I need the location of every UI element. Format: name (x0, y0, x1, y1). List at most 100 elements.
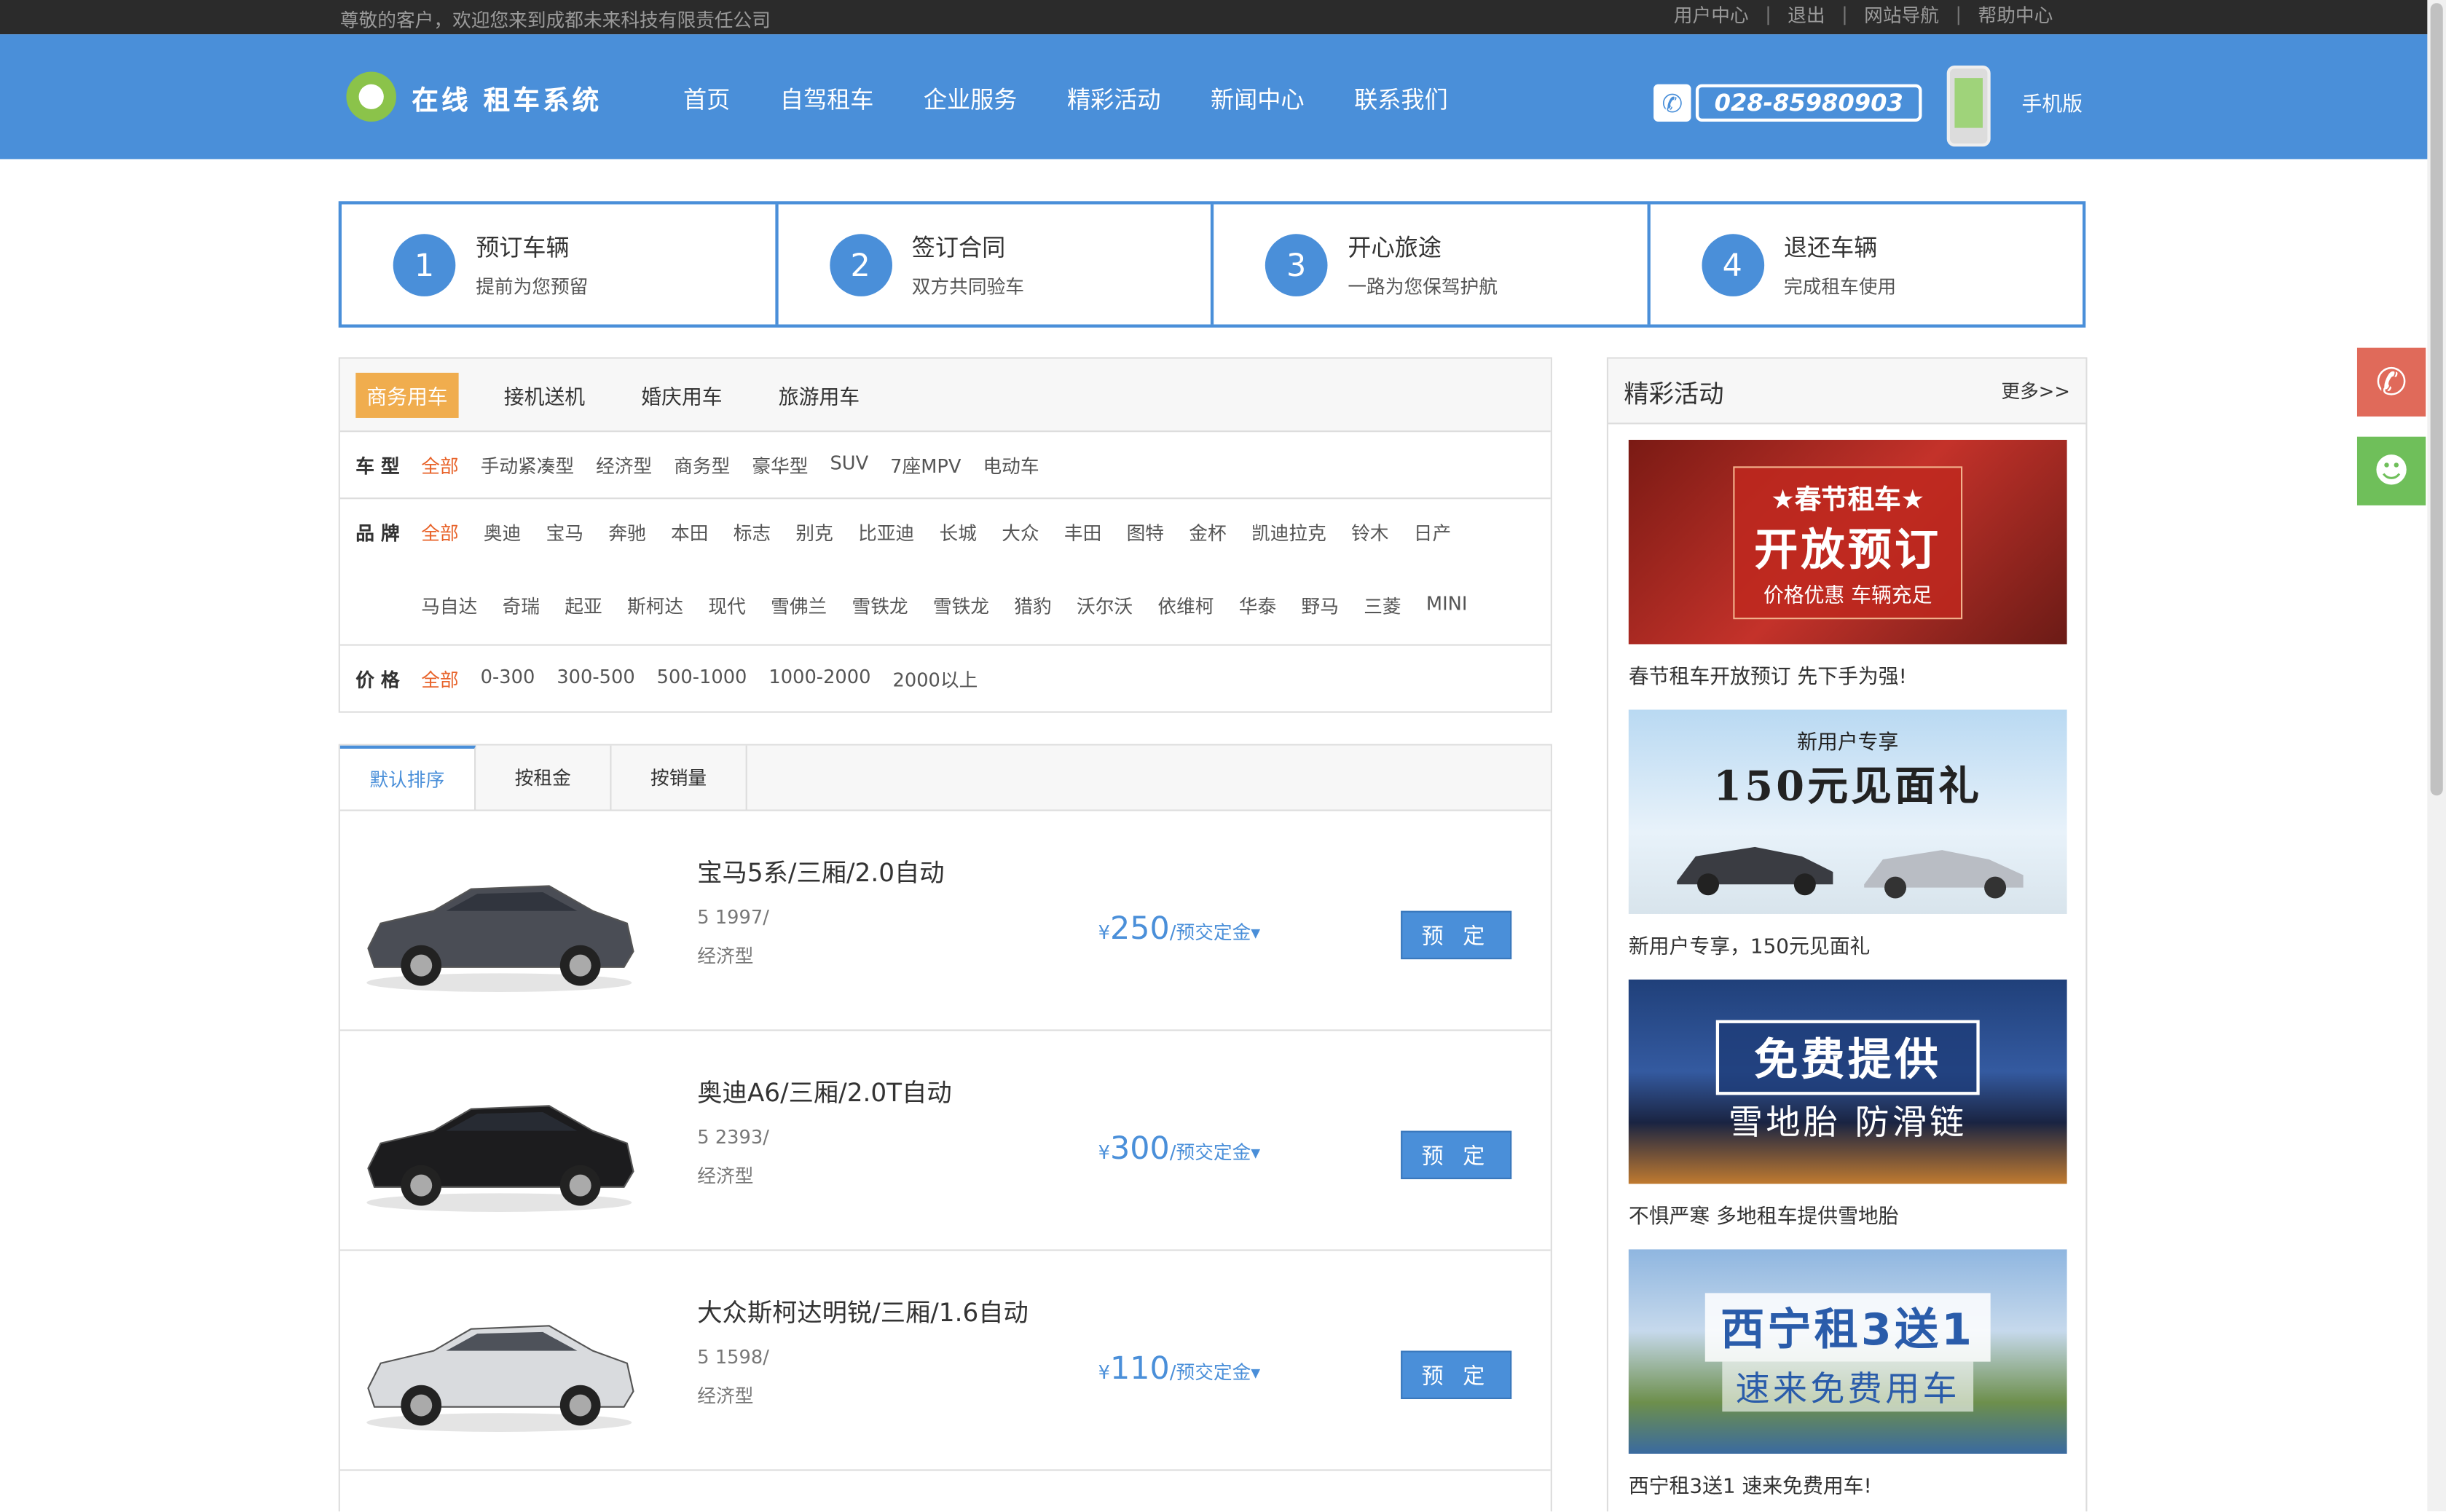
filter-type-option[interactable]: SUV (830, 452, 868, 478)
filter-brand-option[interactable]: 宝马 (546, 519, 583, 572)
nav-self-drive[interactable]: 自驾租车 (780, 83, 874, 116)
filter-brand-option[interactable]: 图特 (1127, 519, 1164, 572)
link-site-nav[interactable]: 网站导航 (1844, 6, 1957, 25)
price-unit-dropdown[interactable]: /预交定金▾ (1170, 922, 1260, 944)
promo-caption[interactable]: 春节租车开放预订 先下手为强! (1629, 660, 2067, 689)
filter-brand-options: 全部 奥迪 宝马 奔驰 本田 标志 别克 比亚迪 长城 大众 丰田 图特 金杯 凯迪拉克 铃木 日产马自达 奇瑞… (421, 519, 1513, 644)
filter-price-option[interactable]: 全部 (421, 665, 458, 691)
filter-price-option[interactable]: 2000以上 (892, 665, 978, 691)
filter-brand-option[interactable]: 别克 (795, 519, 833, 572)
price-unit-dropdown[interactable]: /预交定金▾ (1170, 1362, 1260, 1384)
promo-item[interactable]: ★春节租车★ 开放预订 价格优惠 车辆充足 春节租车开放预订 先下手为强! (1628, 439, 2067, 690)
reserve-button[interactable]: 预 定 (1401, 1130, 1512, 1180)
promo-caption[interactable]: 不惧严寒 多地租车提供雪地胎 (1629, 1200, 2067, 1229)
scrollbar[interactable] (2427, 0, 2446, 1512)
promo-item[interactable]: 新用户专享 150元见面礼 新用户专享，150元见面礼 (1628, 709, 2067, 959)
filter-brand-option[interactable]: 野马 (1301, 592, 1338, 645)
filter-brand-option[interactable]: 凯迪拉克 (1251, 519, 1326, 572)
filter-price-option[interactable]: 500-1000 (657, 665, 747, 691)
filter-price-option[interactable]: 1000-2000 (768, 665, 870, 691)
sort-default[interactable]: 默认排序 (339, 745, 476, 810)
filter-type-option[interactable]: 经济型 (596, 452, 652, 478)
filter-brand-option[interactable]: 金杯 (1189, 519, 1226, 572)
reserve-button[interactable]: 预 定 (1401, 1350, 1512, 1400)
float-phone-button[interactable]: ✆ (2356, 347, 2426, 417)
filter-type-option[interactable]: 豪华型 (752, 452, 808, 478)
mobile-version[interactable]: 手机版 (1946, 65, 2083, 147)
filter-brand-option[interactable]: MINI (1426, 592, 1468, 645)
car-name[interactable]: 宝马5系/三厢/2.0自动 (697, 851, 944, 889)
nav-enterprise[interactable]: 企业服务 (924, 83, 1018, 116)
filter-brand-option[interactable]: 沃尔沃 (1077, 592, 1133, 645)
filter-type-option[interactable]: 手动紧凑型 (481, 452, 575, 478)
tab-travel[interactable]: 旅游用车 (768, 372, 870, 417)
car-name[interactable]: 奥迪A6/三厢/2.0T自动 (697, 1071, 951, 1109)
filter-brand-option[interactable]: 奥迪 (484, 519, 521, 572)
tab-business[interactable]: 商务用车 (355, 371, 459, 417)
float-qq-button[interactable]: ☻ (2356, 436, 2426, 505)
step-title: 开心旅途 (1348, 233, 1442, 261)
scrollbar-thumb[interactable] (2430, 3, 2443, 796)
promo-banner-line: 开放预订 (1754, 523, 1942, 575)
filter-brand-option[interactable]: 现代 (708, 592, 745, 645)
promo-banner[interactable]: 免费提供 雪地胎 防滑链 (1628, 979, 2067, 1184)
price-unit-dropdown[interactable]: /预交定金▾ (1170, 1142, 1260, 1164)
tab-wedding[interactable]: 婚庆用车 (630, 372, 733, 417)
nav-contact[interactable]: 联系我们 (1354, 83, 1448, 116)
filter-brand-option[interactable]: 雪铁龙 (933, 592, 989, 645)
promo-caption[interactable]: 新用户专享，150元见面礼 (1629, 929, 2067, 959)
filter-price-option[interactable]: 300-500 (557, 665, 634, 691)
filter-brand-option[interactable]: 比亚迪 (858, 519, 914, 572)
link-user-center[interactable]: 用户中心 (1655, 7, 1767, 25)
filter-brand-option[interactable]: 起亚 (565, 592, 602, 645)
promotions-more-link[interactable]: 更多>> (2001, 377, 2069, 403)
step-subtitle: 双方共同验车 (911, 275, 1024, 297)
nav-news[interactable]: 新闻中心 (1211, 83, 1305, 116)
logo[interactable]: 在线 租车系统 (346, 71, 602, 122)
filter-brand-option[interactable]: 全部 (421, 519, 458, 572)
filter-brand-option[interactable]: 三菱 (1364, 592, 1401, 645)
filter-brand-option[interactable]: 依维柯 (1157, 592, 1214, 645)
filter-brand-option[interactable]: 雪佛兰 (771, 592, 827, 645)
sort-by-price[interactable]: 按租金 (476, 745, 612, 810)
filter-type-option[interactable]: 7座MPV (890, 452, 961, 478)
link-help-center[interactable]: 帮助中心 (1957, 6, 2072, 25)
car-image[interactable] (359, 851, 640, 999)
promo-banner-line: 速来免费用车 (1723, 1361, 1973, 1411)
nav-home[interactable]: 首页 (683, 83, 730, 116)
link-logout[interactable]: 退出 (1767, 6, 1844, 25)
car-image[interactable] (359, 1291, 640, 1439)
filter-type-option[interactable]: 商务型 (674, 452, 730, 478)
filter-brand-option[interactable]: 猎豹 (1014, 592, 1051, 645)
filter-brand-option[interactable]: 本田 (671, 519, 708, 572)
reserve-button[interactable]: 预 定 (1401, 910, 1512, 960)
car-name[interactable]: 大众斯柯达明锐/三厢/1.6自动 (697, 1291, 1029, 1328)
phone-icon: ✆ (2375, 360, 2407, 404)
promo-banner[interactable]: 新用户专享 150元见面礼 (1628, 709, 2067, 914)
filter-brand-option[interactable]: 日产 (1414, 519, 1451, 572)
filter-type-option[interactable]: 全部 (421, 452, 458, 478)
filter-brand-option[interactable]: 标志 (734, 519, 771, 572)
filter-brand-option[interactable]: 华泰 (1239, 592, 1276, 645)
filter-brand-option[interactable]: 丰田 (1064, 519, 1101, 572)
filter-brand-option[interactable]: 奇瑞 (503, 592, 540, 645)
promo-caption[interactable]: 西宁租3送1 速来免费用车! (1629, 1469, 2067, 1499)
step-number: 2 (829, 233, 892, 296)
filter-brand-option[interactable]: 奔驰 (608, 519, 645, 572)
promo-banner[interactable]: ★春节租车★ 开放预订 价格优惠 车辆充足 (1628, 439, 2067, 645)
promo-item[interactable]: 西宁租3送1 速来免费用车 西宁租3送1 速来免费用车! (1628, 1249, 2067, 1499)
filter-type-option[interactable]: 电动车 (983, 452, 1039, 478)
filter-brand-option[interactable]: 长城 (940, 519, 977, 572)
sort-by-sales[interactable]: 按销量 (612, 745, 747, 810)
filter-price-option[interactable]: 0-300 (481, 665, 535, 691)
filter-brand-option[interactable]: 马自达 (421, 592, 477, 645)
filter-brand-option[interactable]: 铃木 (1351, 519, 1388, 572)
nav-activities[interactable]: 精彩活动 (1067, 83, 1161, 116)
filter-brand-option[interactable]: 大众 (1002, 519, 1039, 572)
tab-airport[interactable]: 接机送机 (493, 372, 596, 417)
filter-brand-option[interactable]: 斯柯达 (627, 592, 683, 645)
promo-item[interactable]: 免费提供 雪地胎 防滑链 不惧严寒 多地租车提供雪地胎 (1628, 979, 2067, 1229)
car-image[interactable] (359, 1071, 640, 1219)
promo-banner[interactable]: 西宁租3送1 速来免费用车 (1628, 1249, 2067, 1454)
filter-brand-option[interactable]: 雪铁龙 (852, 592, 908, 645)
